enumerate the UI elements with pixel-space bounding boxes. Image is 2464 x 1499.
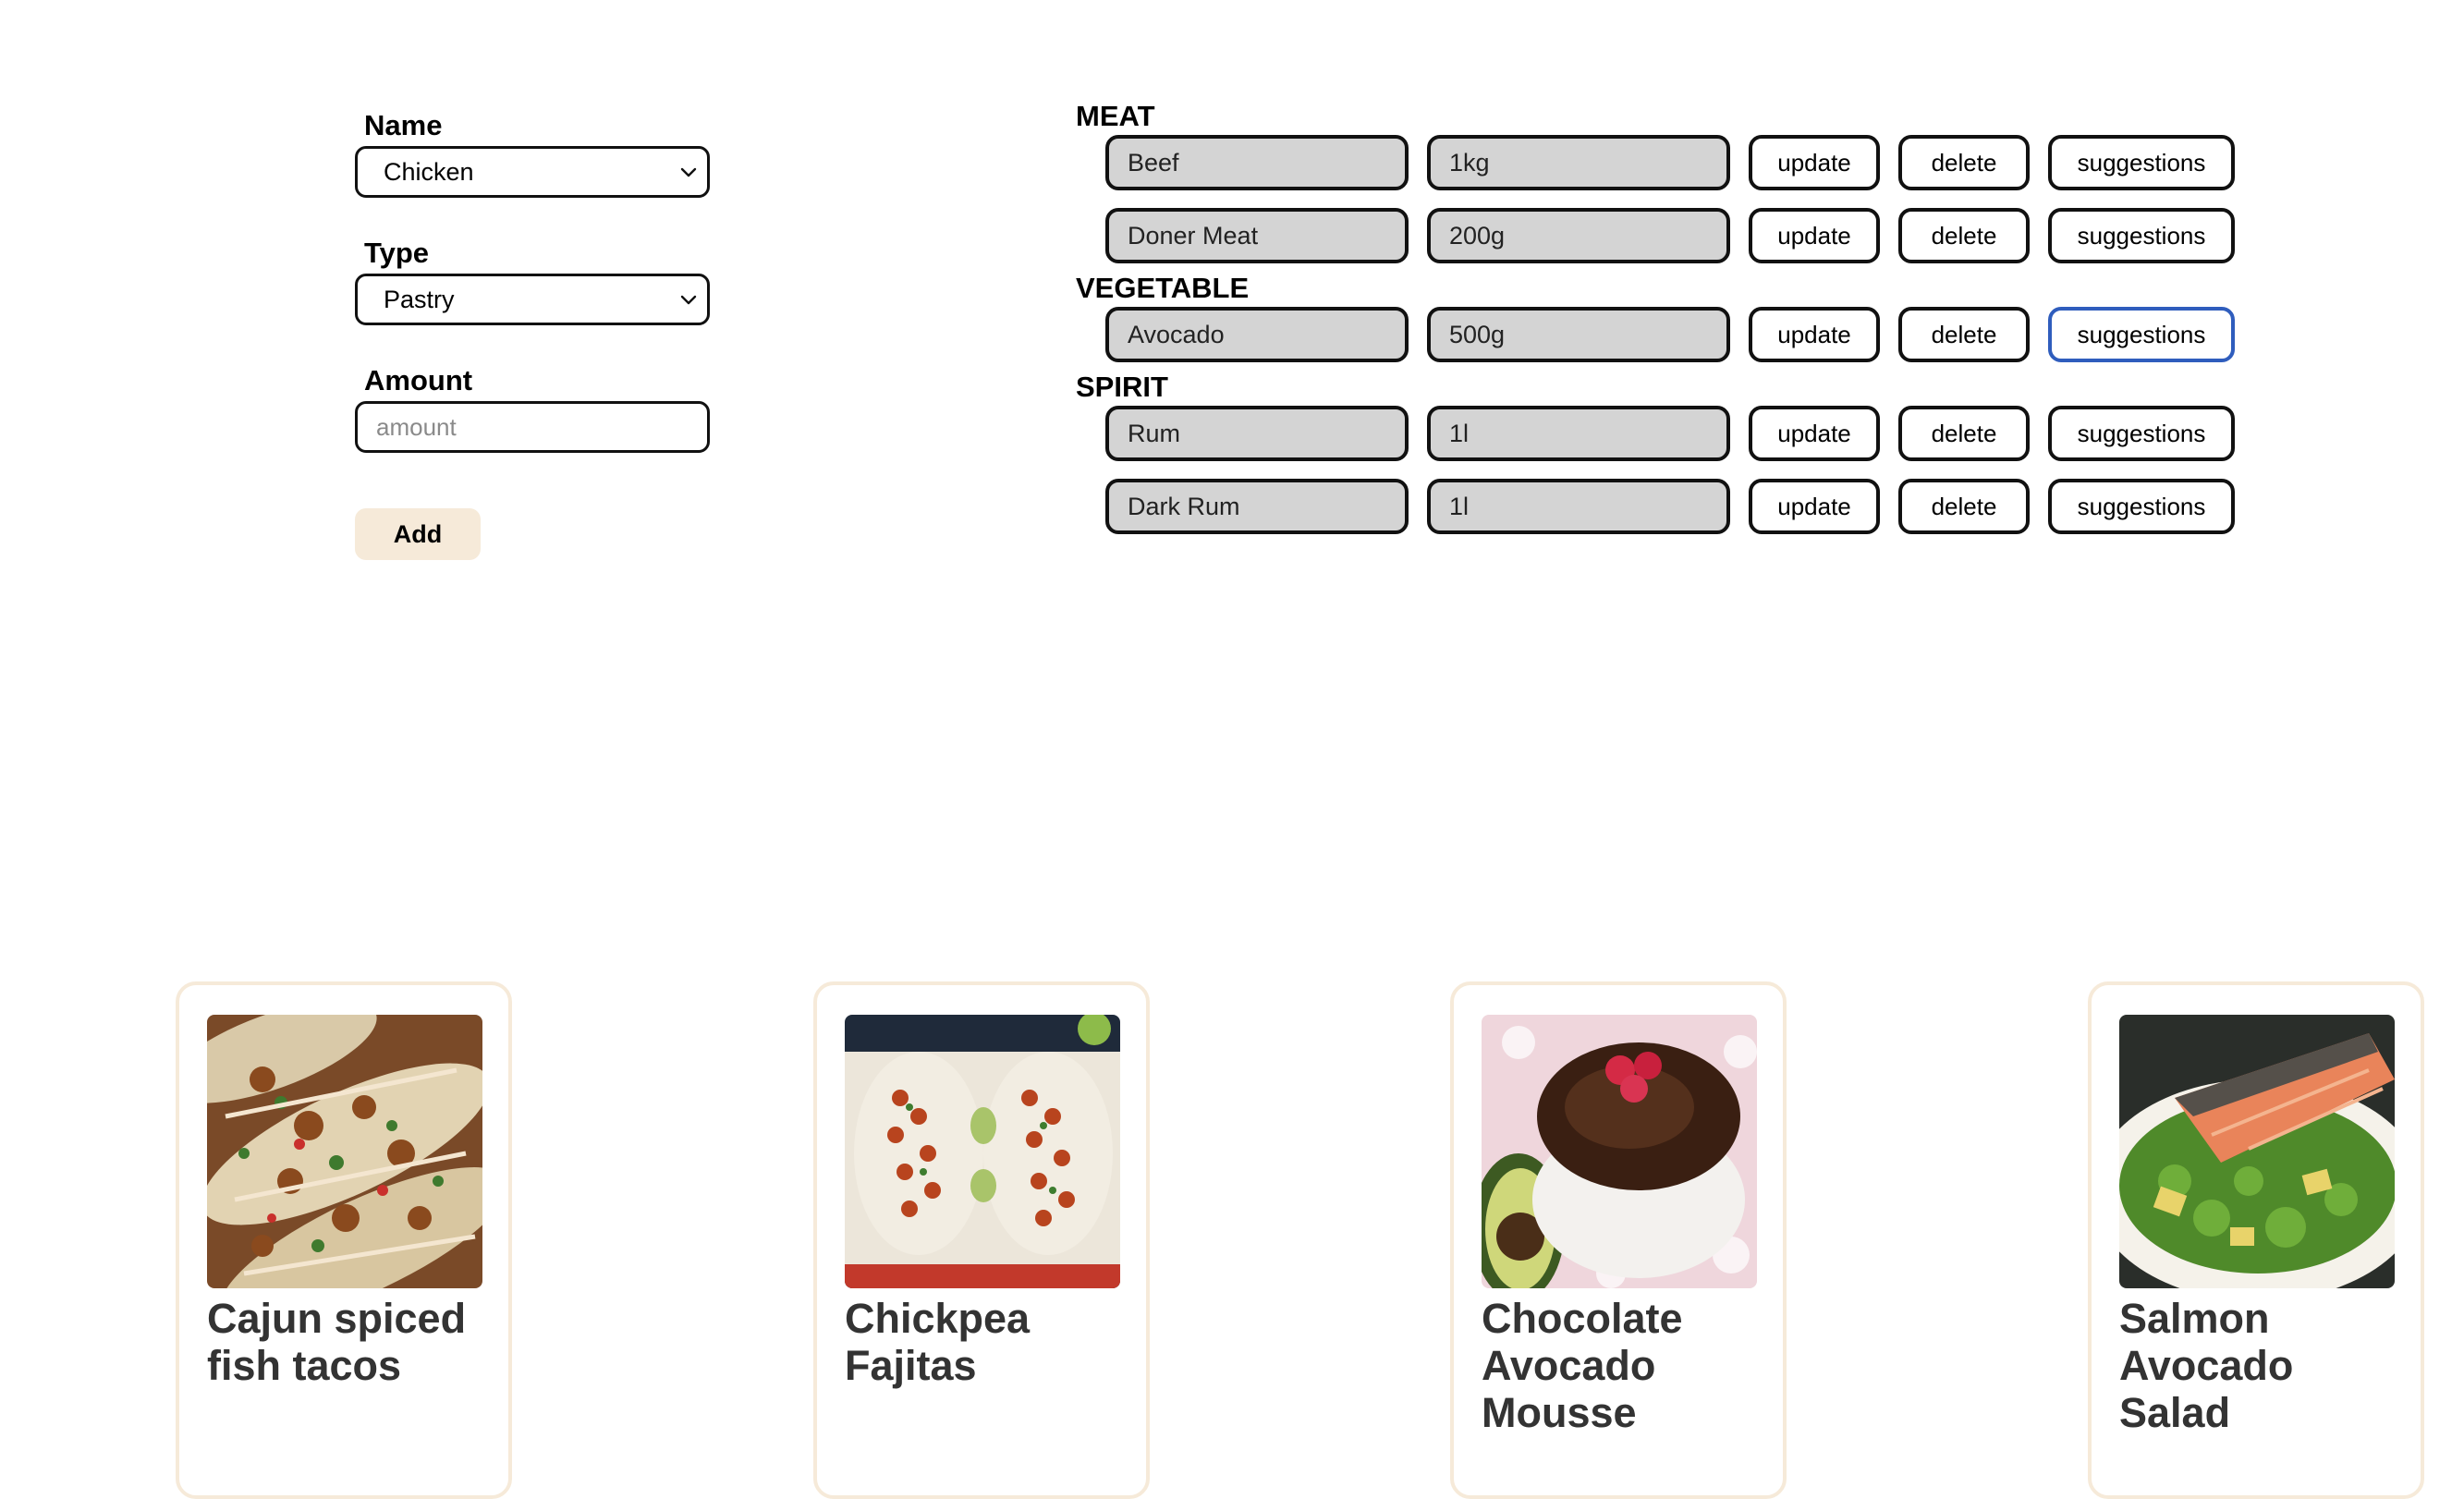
ingredient-name-field[interactable]: Doner Meat [1105, 208, 1409, 263]
suggestions-button[interactable]: suggestions [2048, 208, 2235, 263]
update-button[interactable]: update [1749, 208, 1880, 263]
delete-button[interactable]: delete [1898, 208, 2030, 263]
ingredient-row: Beef 1kg update delete suggestions [1105, 135, 2277, 190]
chevron-down-icon [680, 167, 697, 177]
category-vegetable: VEGETABLE Avocado 500g update delete sug… [1076, 272, 2277, 362]
suggestions-button[interactable]: suggestions [2048, 406, 2235, 461]
ingredient-list: MEAT Beef 1kg update delete suggestions … [1076, 100, 2277, 552]
recipe-image [207, 1015, 482, 1288]
ingredient-row: Doner Meat 200g update delete suggestion… [1105, 208, 2277, 263]
recipe-title: Chocolate Avocado Mousse [1482, 1295, 1683, 1436]
update-button[interactable]: update [1749, 479, 1880, 534]
chevron-down-icon [680, 295, 697, 305]
suggestions-button[interactable]: suggestions [2048, 307, 2235, 362]
ingredient-name-field[interactable]: Avocado [1105, 307, 1409, 362]
ingredient-amount-field[interactable]: 1kg [1427, 135, 1730, 190]
category-spirit: SPIRIT Rum 1l update delete suggestions … [1076, 371, 2277, 534]
delete-button[interactable]: delete [1898, 479, 2030, 534]
name-label: Name [364, 109, 443, 141]
ingredient-form: Name Chicken Type Pastry Amount Add [355, 109, 725, 560]
category-heading: MEAT [1076, 100, 1155, 132]
recipe-card[interactable]: Salmon Avocado Salad [2088, 981, 2424, 1499]
type-select[interactable]: Pastry [355, 274, 710, 325]
add-button[interactable]: Add [355, 508, 481, 560]
suggestions-button[interactable]: suggestions [2048, 479, 2235, 534]
amount-input[interactable] [355, 401, 710, 453]
type-select-value: Pastry [384, 285, 455, 313]
ingredient-amount-field[interactable]: 1l [1427, 406, 1730, 461]
recipe-title: Chickpea Fajitas [845, 1295, 1031, 1389]
category-meat: MEAT Beef 1kg update delete suggestions … [1076, 100, 2277, 263]
recipe-image [845, 1015, 1120, 1288]
ingredient-amount-field[interactable]: 200g [1427, 208, 1730, 263]
category-heading: SPIRIT [1076, 371, 1168, 403]
recipe-title: Salmon Avocado Salad [2119, 1295, 2294, 1436]
recipe-card[interactable]: Chocolate Avocado Mousse [1450, 981, 1787, 1499]
ingredient-name-field[interactable]: Beef [1105, 135, 1409, 190]
recipe-card[interactable]: Cajun spiced fish tacos [176, 981, 512, 1499]
update-button[interactable]: update [1749, 307, 1880, 362]
ingredient-row: Avocado 500g update delete suggestions [1105, 307, 2277, 362]
delete-button[interactable]: delete [1898, 135, 2030, 190]
recipe-image [1482, 1015, 1757, 1288]
ingredient-amount-field[interactable]: 1l [1427, 479, 1730, 534]
ingredient-amount-field[interactable]: 500g [1427, 307, 1730, 362]
ingredient-name-field[interactable]: Rum [1105, 406, 1409, 461]
recipe-image [2119, 1015, 2395, 1288]
name-select-value: Chicken [384, 157, 474, 186]
amount-label: Amount [364, 364, 473, 396]
ingredient-row: Rum 1l update delete suggestions [1105, 406, 2277, 461]
type-label: Type [364, 237, 430, 269]
delete-button[interactable]: delete [1898, 406, 2030, 461]
ingredient-row: Dark Rum 1l update delete suggestions [1105, 479, 2277, 534]
update-button[interactable]: update [1749, 406, 1880, 461]
category-heading: VEGETABLE [1076, 272, 1250, 304]
update-button[interactable]: update [1749, 135, 1880, 190]
delete-button[interactable]: delete [1898, 307, 2030, 362]
name-select[interactable]: Chicken [355, 146, 710, 198]
recipe-title: Cajun spiced fish tacos [207, 1295, 467, 1389]
suggestions-button[interactable]: suggestions [2048, 135, 2235, 190]
recipe-card[interactable]: Chickpea Fajitas [813, 981, 1150, 1499]
recipe-list: Cajun spiced fish tacos Chickpea Fajitas… [0, 981, 2464, 1499]
ingredient-name-field[interactable]: Dark Rum [1105, 479, 1409, 534]
